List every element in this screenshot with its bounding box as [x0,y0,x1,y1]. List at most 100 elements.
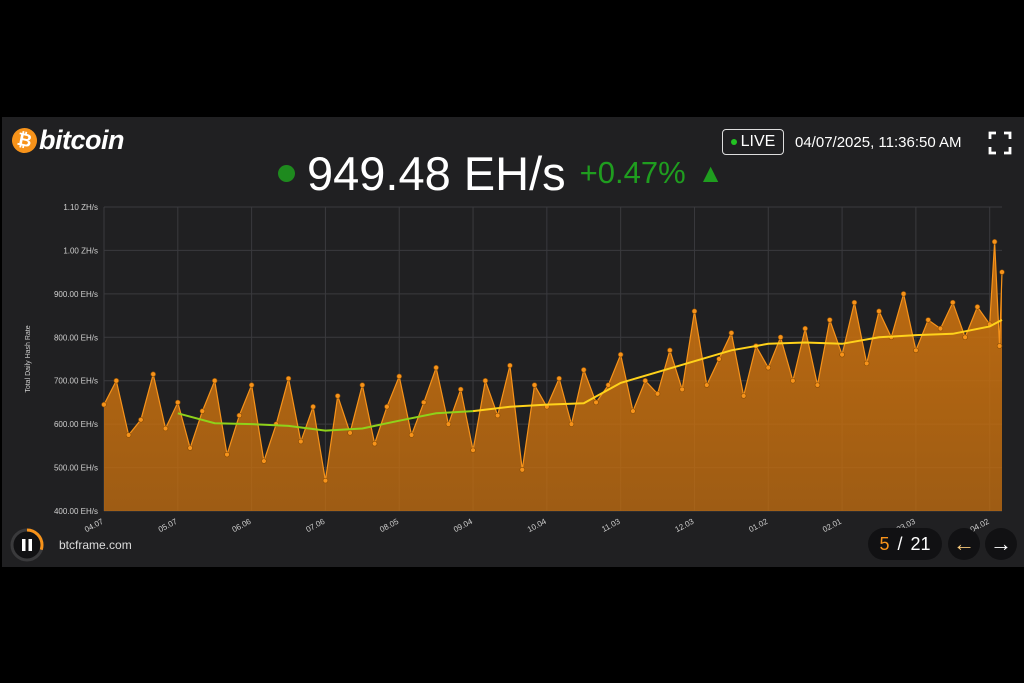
y-tick-label: 1.10 ZH/s [63,203,98,212]
series-area [104,241,1002,511]
data-point [470,447,476,453]
data-point [568,421,575,427]
data-point [581,367,587,373]
y-tick-label: 700.00 EH/s [54,377,98,386]
x-tick-label: 04.07 [83,517,105,535]
data-point [814,382,821,388]
data-point [212,378,218,384]
data-point [371,440,378,447]
hashrate-chart: 400.00 EH/s 500.00 EH/s 600.00 EH/s 700.00 … [25,203,1005,535]
data-point [199,408,206,414]
data-point [298,438,304,445]
x-tick-label: 05.07 [157,517,179,535]
data-point [716,356,722,362]
data-point [605,382,612,388]
hashrate-value: 949.48 EH/s [307,146,566,200]
fullscreen-button[interactable] [988,131,1012,155]
data-point [839,351,845,358]
data-point [962,334,968,340]
y-tick-label: 1.00 ZH/s [63,246,98,255]
data-point [777,334,784,340]
data-point [261,458,267,464]
data-point [765,364,771,371]
data-point [851,299,858,306]
bitcoin-icon: ₿ [9,125,40,156]
data-point [458,386,464,393]
page-total: 21 [910,533,931,554]
data-point [433,364,439,371]
data-point [322,477,329,484]
data-point [913,347,919,354]
hashrate-widget: ₿ bitcoin LIVE 04/07/2025, 11:36:50 AM 9… [2,117,1024,567]
data-point [925,317,931,323]
data-point [630,408,636,414]
y-tick-label: 400.00 EH/s [54,507,98,516]
status-dot-icon [278,164,295,182]
x-tick-label: 08.05 [378,517,400,535]
data-point [617,351,624,358]
bitcoin-logo: ₿ bitcoin [9,125,125,156]
hashrate-change: +0.47% [579,155,686,190]
data-point [900,291,907,297]
arrow-left-icon: ← [953,531,975,556]
data-point [593,399,599,406]
y-tick-label: 500.00 EH/s [54,464,98,473]
data-point [728,330,735,336]
pause-button[interactable] [10,528,44,562]
page-separator: / [897,533,903,554]
data-point [359,382,366,388]
x-tick-label: 07.06 [304,517,326,535]
data-point [802,325,808,332]
data-point [113,378,120,384]
next-button[interactable]: → [985,528,1017,560]
logo-text: bitcoin [39,125,125,155]
data-point [704,382,710,388]
data-point [175,399,181,406]
x-tick-label: 10.04 [526,517,548,535]
data-point [507,362,513,369]
x-tick-label: 12.03 [673,517,695,535]
page-counter: 5 / 21 [868,528,942,560]
site-label[interactable]: btcframe.com [59,538,132,552]
fullscreen-icon [988,131,1012,155]
data-point [347,430,353,436]
data-point [996,343,1003,349]
data-point [236,412,243,419]
data-point [125,432,132,438]
x-tick-label: 06.06 [231,517,253,535]
data-point [519,467,525,473]
data-point [667,347,673,354]
data-point [863,360,870,367]
data-point [138,417,144,423]
data-point [991,239,998,245]
data-point [445,421,452,427]
data-point [679,386,685,393]
datetime: 04/07/2025, 11:36:50 AM [795,134,962,151]
data-point [827,317,833,323]
live-dot-icon [730,139,737,145]
x-tick-label: 02.01 [821,517,843,535]
x-tick-label: 11.03 [600,517,622,534]
page-current: 5 [879,533,890,554]
y-tick-label: 600.00 EH/s [54,420,98,429]
data-point [310,404,316,410]
y-axis-label: Total Daily Hash Rate [25,325,32,392]
y-tick-label: 900.00 EH/s [54,290,98,299]
x-tick-label: 01.02 [747,517,769,535]
live-label: LIVE [740,133,776,150]
data-point [150,371,156,377]
data-point [740,393,747,399]
data-point [248,382,255,388]
data-point [101,401,107,408]
prev-button[interactable]: ← [948,528,980,560]
data-point [482,378,489,384]
live-badge[interactable]: LIVE [722,129,784,155]
data-point [642,378,648,384]
data-point [531,382,538,388]
data-point [937,325,944,332]
pause-icon [10,528,44,562]
data-point [691,308,698,314]
data-point [999,269,1005,275]
data-point [408,432,415,438]
data-point [654,391,661,397]
